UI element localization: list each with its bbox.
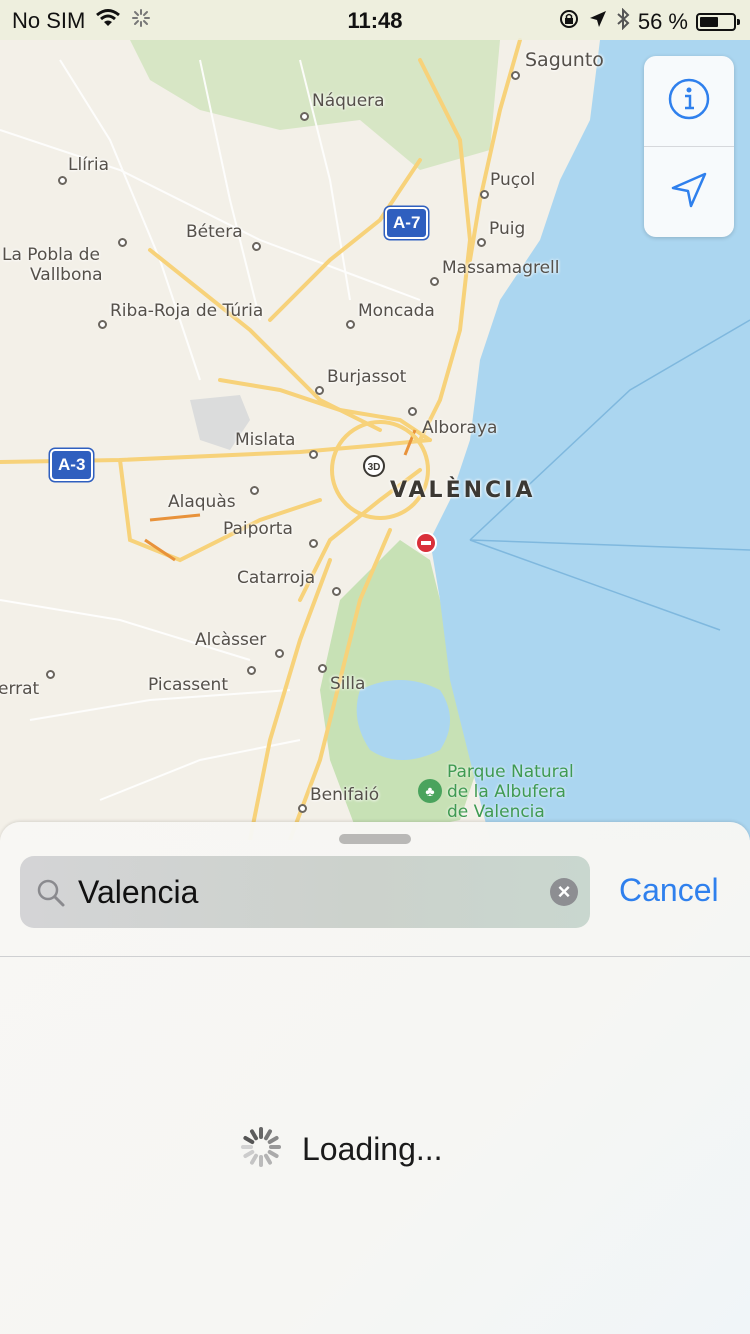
- location-services-icon: [588, 9, 608, 35]
- town-marker[interactable]: [98, 320, 107, 329]
- map-label-riba-roja[interactable]: Riba-Roja de Túria: [110, 301, 263, 321]
- town-marker[interactable]: [252, 242, 261, 251]
- map-view[interactable]: Sagunto Náquera Llíria Puçol Bétera Puig…: [0, 0, 750, 842]
- town-marker[interactable]: [408, 407, 417, 416]
- map-label-la-pobla-2[interactable]: Vallbona: [30, 265, 103, 285]
- map-label-paiporta[interactable]: Paiporta: [223, 519, 293, 539]
- town-marker[interactable]: [250, 486, 259, 495]
- map-label-burjassot[interactable]: Burjassot: [327, 367, 406, 387]
- map-label-mislata[interactable]: Mislata: [235, 430, 295, 450]
- cancel-button[interactable]: Cancel: [619, 870, 719, 910]
- 3d-landmark-icon[interactable]: 3D: [363, 455, 385, 477]
- battery-level: [700, 17, 718, 27]
- clear-search-button[interactable]: ×: [550, 878, 578, 906]
- sheet-divider: [0, 956, 750, 957]
- map-label-naquera[interactable]: Náquera: [312, 91, 385, 111]
- loading-spinner-icon: [240, 1126, 282, 1173]
- town-marker[interactable]: [477, 238, 486, 247]
- map-label-lliria[interactable]: Llíria: [68, 155, 109, 175]
- map-label-valencia[interactable]: VALÈNCIA: [390, 478, 535, 503]
- map-label-alboraya[interactable]: Alboraya: [422, 418, 497, 438]
- town-marker[interactable]: [430, 277, 439, 286]
- search-icon: [36, 878, 66, 913]
- map-canvas: [0, 0, 750, 842]
- info-button[interactable]: [644, 56, 734, 146]
- map-label-alaquas[interactable]: Alaquàs: [168, 492, 236, 512]
- map-label-sagunto[interactable]: Sagunto: [525, 50, 604, 70]
- map-label-alcasser[interactable]: Alcàsser: [195, 630, 266, 650]
- info-icon: [667, 77, 711, 126]
- town-marker[interactable]: [118, 238, 127, 247]
- highway-shield-a7: A-7: [385, 207, 429, 239]
- park-tree-icon[interactable]: ♣: [418, 779, 442, 803]
- current-location-button[interactable]: [644, 147, 734, 237]
- battery-tip: [737, 19, 740, 25]
- town-marker[interactable]: [511, 71, 520, 80]
- town-marker[interactable]: [300, 112, 309, 121]
- loading-label: Loading...: [302, 1131, 443, 1167]
- town-marker[interactable]: [309, 450, 318, 459]
- map-label-benifaio[interactable]: Benifaió: [310, 785, 379, 805]
- status-bar: No SIM 11:48 56 %: [0, 0, 750, 40]
- rotation-lock-icon: [558, 8, 580, 36]
- location-arrow-icon: [669, 170, 709, 215]
- town-marker[interactable]: [298, 804, 307, 813]
- search-field[interactable]: Valencia ×: [20, 856, 590, 928]
- map-label-catarroja[interactable]: Catarroja: [237, 568, 315, 588]
- town-marker[interactable]: [46, 670, 55, 679]
- map-label-pucol[interactable]: Puçol: [490, 170, 535, 190]
- town-marker[interactable]: [480, 190, 489, 199]
- map-label-picassent[interactable]: Picassent: [148, 675, 228, 695]
- battery-icon: [696, 13, 740, 31]
- map-label-silla[interactable]: Silla: [330, 674, 365, 694]
- town-marker[interactable]: [315, 386, 324, 395]
- town-marker[interactable]: [58, 176, 67, 185]
- road-closed-icon[interactable]: [415, 532, 437, 554]
- town-marker[interactable]: [275, 649, 284, 658]
- highway-shield-a3: A-3: [50, 449, 94, 481]
- town-marker[interactable]: [346, 320, 355, 329]
- town-marker[interactable]: [318, 664, 327, 673]
- map-label-moncada[interactable]: Moncada: [358, 301, 435, 321]
- town-marker[interactable]: [309, 539, 318, 548]
- loading-indicator: Loading...: [240, 1126, 443, 1173]
- sheet-grabber[interactable]: [339, 834, 411, 844]
- map-label-puig[interactable]: Puig: [489, 219, 525, 239]
- map-label-massamagrell[interactable]: Massamagrell: [442, 258, 560, 278]
- map-label-betera[interactable]: Bétera: [186, 222, 243, 242]
- bluetooth-icon: [616, 7, 630, 36]
- town-marker[interactable]: [332, 587, 341, 596]
- map-label-park[interactable]: Parque Natural de la Albufera de Valenci…: [447, 762, 574, 822]
- map-controls: [644, 56, 734, 237]
- map-label-errat[interactable]: errat: [0, 679, 39, 699]
- map-label-la-pobla-1[interactable]: La Pobla de: [2, 245, 100, 265]
- town-marker[interactable]: [247, 666, 256, 675]
- status-right: 56 %: [558, 7, 740, 36]
- search-input[interactable]: Valencia: [78, 874, 198, 910]
- search-sheet: Valencia × Cancel Loading...: [0, 822, 750, 1334]
- battery-percent: 56 %: [637, 9, 688, 34]
